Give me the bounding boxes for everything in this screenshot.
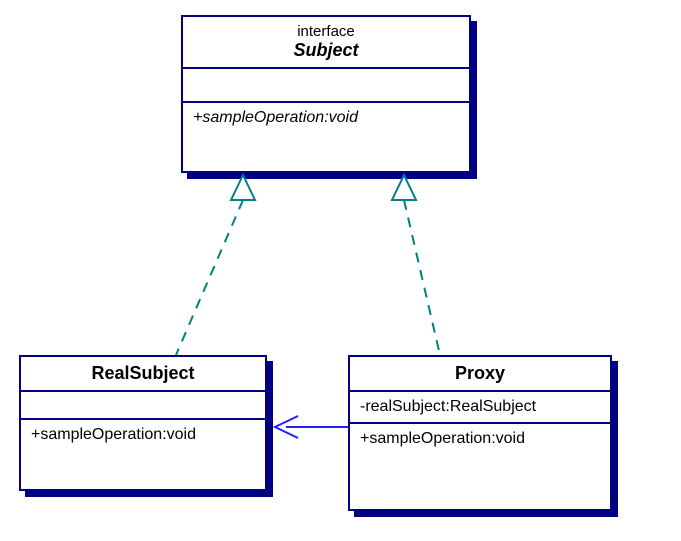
connectors-svg xyxy=(0,0,681,541)
association-arrow-proxy-to-realsubject xyxy=(275,416,348,438)
realization-arrow-realsubject xyxy=(176,175,255,355)
realization-arrow-proxy xyxy=(392,175,440,355)
